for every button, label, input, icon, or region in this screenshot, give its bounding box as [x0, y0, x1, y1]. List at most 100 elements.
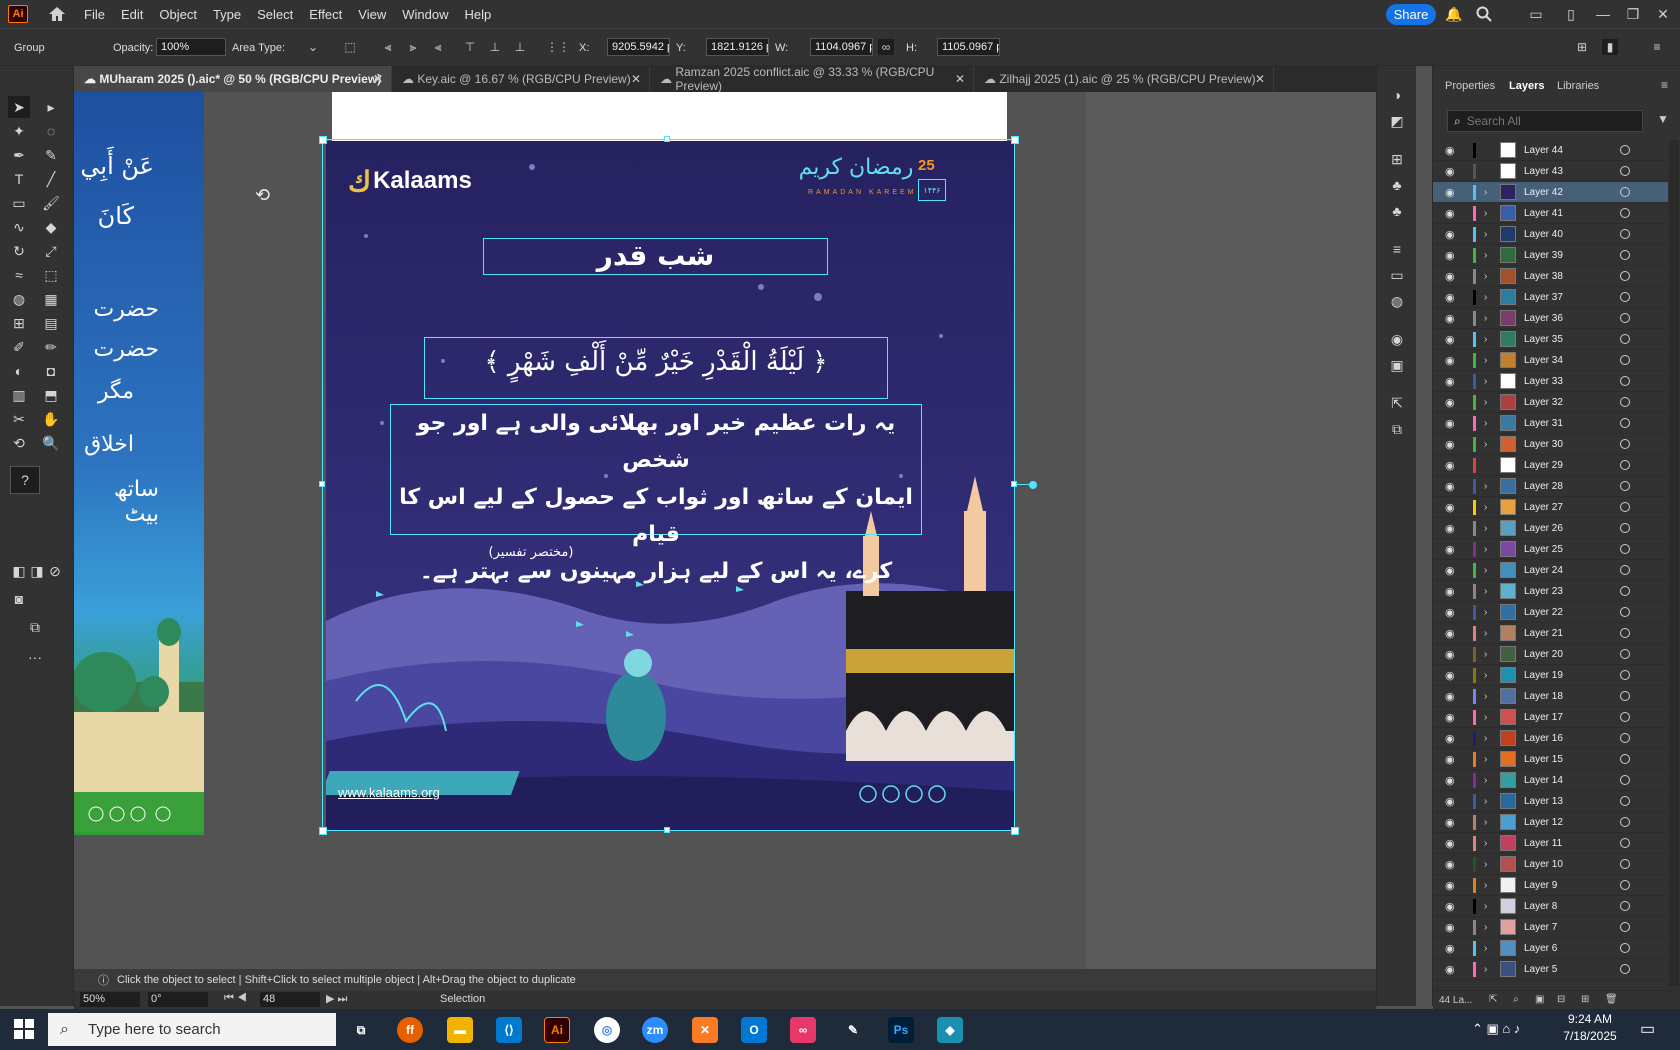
- hand-tool-icon[interactable]: ✋: [40, 408, 62, 430]
- layer-row[interactable]: ◉ › Layer 12: [1433, 812, 1668, 833]
- target-icon[interactable]: [1620, 691, 1630, 701]
- layer-row[interactable]: ◉ › Layer 9: [1433, 875, 1668, 896]
- expand-icon[interactable]: ›: [1484, 565, 1494, 576]
- layer-row[interactable]: ◉ › Layer 14: [1433, 770, 1668, 791]
- layer-row[interactable]: ◉ › Layer 17: [1433, 707, 1668, 728]
- eye-icon[interactable]: ◉: [1445, 165, 1459, 178]
- screen-mode-icon[interactable]: ⧉: [24, 616, 46, 638]
- layer-row[interactable]: ◉ › Layer 10: [1433, 854, 1668, 875]
- gradient-panel-icon[interactable]: ▭: [1386, 264, 1408, 286]
- layer-name[interactable]: Layer 20: [1524, 649, 1616, 660]
- expand-icon[interactable]: ›: [1484, 544, 1494, 555]
- layer-row[interactable]: ◉ › Layer 39: [1433, 245, 1668, 266]
- layers-scrollbar[interactable]: [1669, 140, 1679, 986]
- firefox-icon[interactable]: ff: [397, 1017, 423, 1043]
- align-left-icon[interactable]: ⫷: [380, 39, 396, 55]
- line-tool-icon[interactable]: ╱: [40, 168, 62, 190]
- body-text-box[interactable]: یہ رات عظیم خیر اور بھلائی والی ہے اور ج…: [390, 404, 922, 584]
- layer-row[interactable]: ◉ › Layer 35: [1433, 329, 1668, 350]
- shape-builder-tool-icon[interactable]: ◍: [8, 288, 30, 310]
- layer-row[interactable]: ◉ › Layer 27: [1433, 497, 1668, 518]
- target-icon[interactable]: [1620, 586, 1630, 596]
- layer-row[interactable]: ◉ › Layer 37: [1433, 287, 1668, 308]
- target-icon[interactable]: [1620, 754, 1630, 764]
- layer-name[interactable]: Layer 31: [1524, 418, 1616, 429]
- layer-row[interactable]: ◉ › Layer 16: [1433, 728, 1668, 749]
- layer-name[interactable]: Layer 9: [1524, 880, 1616, 891]
- layer-row[interactable]: ◉ › Layer 38: [1433, 266, 1668, 287]
- reference-point-icon[interactable]: ⋮⋮: [546, 39, 570, 55]
- eye-icon[interactable]: ◉: [1445, 585, 1459, 598]
- target-icon[interactable]: [1620, 607, 1630, 617]
- tab-layers[interactable]: Layers: [1509, 80, 1544, 92]
- expand-icon[interactable]: ›: [1484, 439, 1494, 450]
- rotate-view-tool-icon[interactable]: ⟲: [8, 432, 30, 454]
- target-icon[interactable]: [1620, 880, 1630, 890]
- type-tool-icon[interactable]: T: [8, 168, 30, 190]
- color-panel-icon[interactable]: ◑: [1386, 84, 1408, 106]
- expand-icon[interactable]: ›: [1484, 838, 1494, 849]
- target-icon[interactable]: [1620, 292, 1630, 302]
- eyedropper-tool-icon[interactable]: ✐: [8, 336, 30, 358]
- layer-row[interactable]: ◉ › Layer 42: [1433, 182, 1668, 203]
- align-center-icon[interactable]: ⫸: [405, 39, 421, 55]
- layer-row[interactable]: ◉ › Layer 20: [1433, 644, 1668, 665]
- target-icon[interactable]: [1620, 922, 1630, 932]
- w-field[interactable]: 1104.0967 p: [810, 38, 873, 56]
- magic-wand-tool-icon[interactable]: ✦: [8, 120, 30, 142]
- layer-name[interactable]: Layer 19: [1524, 670, 1616, 681]
- resize-handle[interactable]: [664, 136, 670, 142]
- layer-row[interactable]: ◉ › Layer 40: [1433, 224, 1668, 245]
- expand-icon[interactable]: ›: [1484, 271, 1494, 282]
- expand-icon[interactable]: ›: [1484, 859, 1494, 870]
- target-icon[interactable]: [1620, 964, 1630, 974]
- arrange-icon[interactable]: ▯: [1562, 5, 1580, 23]
- layer-row[interactable]: ◉ › Layer 36: [1433, 308, 1668, 329]
- target-icon[interactable]: [1620, 796, 1630, 806]
- eye-icon[interactable]: ◉: [1445, 396, 1459, 409]
- target-icon[interactable]: [1620, 145, 1630, 155]
- expand-icon[interactable]: ›: [1484, 775, 1494, 786]
- warp-tool-icon[interactable]: ≈: [8, 264, 30, 286]
- expand-icon[interactable]: ›: [1484, 292, 1494, 303]
- layer-row[interactable]: ◉ › Layer 25: [1433, 539, 1668, 560]
- eye-icon[interactable]: ◉: [1445, 879, 1459, 892]
- transform-icon[interactable]: ⬚: [342, 39, 358, 55]
- restore-icon[interactable]: ❐: [1624, 5, 1642, 23]
- layer-row[interactable]: ◉ › Layer 5: [1433, 959, 1668, 980]
- eye-icon[interactable]: ◉: [1445, 627, 1459, 640]
- layer-name[interactable]: Layer 37: [1524, 292, 1616, 303]
- layers-search[interactable]: ⌕ Search All: [1447, 110, 1643, 132]
- tab-libraries[interactable]: Libraries: [1557, 80, 1599, 92]
- none-swatch-icon[interactable]: ⊘: [44, 560, 66, 582]
- eye-icon[interactable]: ◉: [1445, 438, 1459, 451]
- notifications-icon[interactable]: ▭: [1640, 1019, 1655, 1039]
- rotate-handle[interactable]: [1029, 481, 1037, 489]
- resize-handle[interactable]: [1011, 827, 1019, 835]
- layer-name[interactable]: Layer 24: [1524, 565, 1616, 576]
- target-icon[interactable]: [1620, 271, 1630, 281]
- expand-icon[interactable]: ›: [1484, 502, 1494, 513]
- expand-icon[interactable]: ›: [1484, 376, 1494, 387]
- eye-icon[interactable]: ◉: [1445, 249, 1459, 262]
- eye-icon[interactable]: ◉: [1445, 732, 1459, 745]
- collect-export-icon[interactable]: ⇱: [1489, 994, 1497, 1005]
- menu-file[interactable]: File: [84, 7, 105, 22]
- eye-icon[interactable]: ◉: [1445, 900, 1459, 913]
- menu-effect[interactable]: Effect: [309, 7, 342, 22]
- align-bottom-icon[interactable]: ⊥: [512, 39, 528, 55]
- close-icon[interactable]: ✕: [1654, 5, 1672, 23]
- layer-row[interactable]: ◉ › Layer 26: [1433, 518, 1668, 539]
- target-icon[interactable]: [1620, 628, 1630, 638]
- opacity-field[interactable]: 100%: [156, 38, 226, 56]
- target-icon[interactable]: [1620, 250, 1630, 260]
- outlook-icon[interactable]: O: [741, 1017, 767, 1043]
- target-icon[interactable]: [1620, 712, 1630, 722]
- menu-edit[interactable]: Edit: [121, 7, 143, 22]
- target-icon[interactable]: [1620, 838, 1630, 848]
- eye-icon[interactable]: ◉: [1445, 837, 1459, 850]
- layer-name[interactable]: Layer 41: [1524, 208, 1616, 219]
- bell-icon[interactable]: 🔔: [1445, 5, 1463, 23]
- target-icon[interactable]: [1620, 670, 1630, 680]
- target-icon[interactable]: [1620, 859, 1630, 869]
